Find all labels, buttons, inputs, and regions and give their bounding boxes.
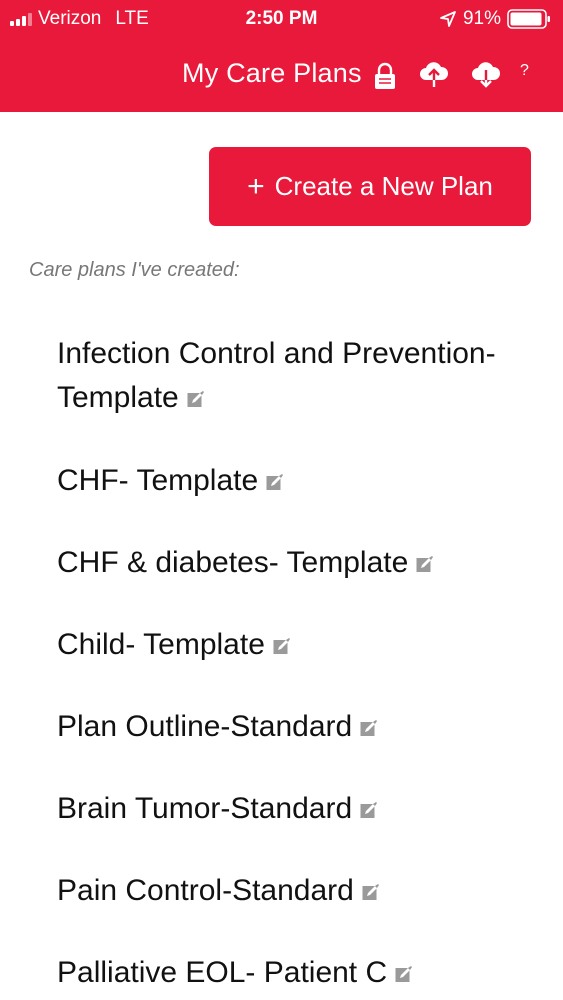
edit-icon[interactable] [416,556,434,573]
plan-item[interactable]: Palliative EOL- Patient C [57,951,547,995]
plan-item[interactable]: Pain Control-Standard [57,869,547,913]
cloud-download-icon[interactable] [470,58,502,90]
plus-icon: + [247,169,265,203]
plan-label[interactable]: CHF & diabetes- Template [57,546,408,579]
edit-icon[interactable] [187,391,204,408]
plan-label[interactable]: Brain Tumor-Standard [57,792,352,825]
plan-item[interactable]: CHF & diabetes- Template [57,541,547,585]
plan-list: Infection Control and Prevention- Templa… [57,332,547,1000]
plan-label[interactable]: Pain Control-Standard [57,874,354,907]
edit-icon[interactable] [395,966,413,983]
plan-item[interactable]: Infection Control and Prevention- Templa… [57,332,547,420]
battery-icon [507,9,550,29]
plan-label[interactable]: Child- Template [57,628,265,661]
plan-item[interactable]: Brain Tumor-Standard [57,787,547,831]
edit-icon[interactable] [362,884,379,901]
create-new-plan-label: Create a New Plan [274,171,493,201]
edit-icon[interactable] [273,638,290,655]
page-title: My Care Plans [182,58,362,88]
battery-percent: 91% [462,8,501,29]
plan-item[interactable]: Plan Outline-Standard [57,705,547,749]
help-icon[interactable]: ? [520,62,529,80]
create-new-plan-button[interactable]: + Create a New Plan [209,147,531,226]
lock-icon[interactable] [372,62,398,90]
nav-bar: My Care Plans ? [0,48,563,104]
cloud-upload-icon[interactable] [418,58,450,90]
location-arrow-icon [440,11,456,27]
plan-item[interactable]: Child- Template [57,623,547,667]
plan-item[interactable]: CHF- Template [57,459,547,503]
status-bar: Verizon LTE 2:50 PM 91% [0,0,563,40]
plan-label[interactable]: CHF- Template [57,464,258,497]
status-right: 91% [439,7,551,31]
edit-icon[interactable] [360,720,378,737]
edit-icon[interactable] [266,474,284,491]
edit-icon[interactable] [360,802,378,819]
plan-label[interactable]: Palliative EOL- Patient C [57,956,387,989]
plan-label[interactable]: Infection Control and Prevention- Templa… [57,337,496,414]
app-header: Verizon LTE 2:50 PM 91% My Care Plans ? [0,0,563,112]
plan-label[interactable]: Plan Outline-Standard [57,710,352,743]
section-label: Care plans I've created: [29,259,240,281]
